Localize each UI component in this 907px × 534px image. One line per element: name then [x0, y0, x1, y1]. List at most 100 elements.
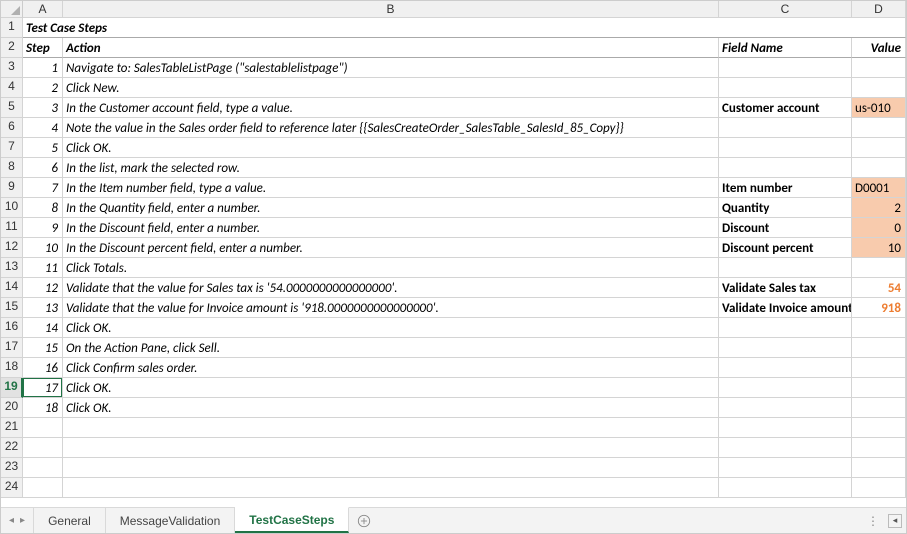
action-cell[interactable]: Click OK. — [63, 318, 719, 338]
col-header-B[interactable]: B — [63, 1, 719, 18]
action-cell[interactable]: Validate that the value for Sales tax is… — [63, 278, 719, 298]
value-cell[interactable] — [852, 78, 906, 98]
col-header-C[interactable]: C — [719, 1, 852, 18]
field-cell[interactable]: Validate Sales tax — [719, 278, 852, 298]
value-cell[interactable] — [852, 338, 906, 358]
header-field[interactable]: Field Name — [719, 38, 852, 58]
field-cell[interactable] — [719, 318, 852, 338]
row-header-23[interactable]: 23 — [1, 458, 23, 478]
step-cell[interactable] — [23, 438, 63, 458]
row-header-19[interactable]: 19 — [1, 378, 23, 398]
step-cell[interactable]: 2 — [23, 78, 63, 98]
field-cell[interactable] — [719, 118, 852, 138]
tabs-nav-first-icon[interactable]: ◂ — [7, 515, 16, 526]
action-cell[interactable]: In the list, mark the selected row. — [63, 158, 719, 178]
step-cell[interactable]: 15 — [23, 338, 63, 358]
step-cell[interactable]: 6 — [23, 158, 63, 178]
step-cell[interactable] — [23, 478, 63, 498]
field-cell[interactable]: Item number — [719, 178, 852, 198]
step-cell[interactable]: 5 — [23, 138, 63, 158]
action-cell[interactable]: Click OK. — [63, 378, 719, 398]
field-cell[interactable] — [719, 158, 852, 178]
value-cell[interactable] — [852, 398, 906, 418]
step-cell[interactable]: 8 — [23, 198, 63, 218]
action-cell[interactable]: On the Action Pane, click Sell. — [63, 338, 719, 358]
row-header-2[interactable]: 2 — [1, 38, 23, 58]
value-cell[interactable]: 10 — [852, 238, 906, 258]
action-cell[interactable]: In the Discount field, enter a number. — [63, 218, 719, 238]
row-header-3[interactable]: 3 — [1, 58, 23, 78]
value-cell[interactable]: 918 — [852, 298, 906, 318]
action-cell[interactable] — [63, 438, 719, 458]
field-cell[interactable] — [719, 338, 852, 358]
spreadsheet-grid[interactable]: ABCD1Test Case Steps2StepActionField Nam… — [1, 1, 906, 498]
value-cell[interactable] — [852, 418, 906, 438]
step-cell[interactable]: 12 — [23, 278, 63, 298]
step-cell[interactable]: 17 — [23, 378, 63, 398]
row-header-13[interactable]: 13 — [1, 258, 23, 278]
add-sheet-button[interactable] — [349, 508, 379, 533]
row-header-21[interactable]: 21 — [1, 418, 23, 438]
value-cell[interactable] — [852, 258, 906, 278]
action-cell[interactable] — [63, 458, 719, 478]
col-header-D[interactable]: D — [852, 1, 906, 18]
step-cell[interactable]: 10 — [23, 238, 63, 258]
step-cell[interactable] — [23, 458, 63, 478]
tabs-options-icon[interactable]: ⋮ — [867, 514, 880, 528]
field-cell[interactable] — [719, 358, 852, 378]
field-cell[interactable] — [719, 78, 852, 98]
action-cell[interactable]: Click New. — [63, 78, 719, 98]
row-header-4[interactable]: 4 — [1, 78, 23, 98]
field-cell[interactable]: Discount percent — [719, 238, 852, 258]
step-cell[interactable]: 9 — [23, 218, 63, 238]
field-cell[interactable] — [719, 258, 852, 278]
sheet-tab-testcasesteps[interactable]: TestCaseSteps — [235, 507, 349, 533]
action-cell[interactable]: Click Confirm sales order. — [63, 358, 719, 378]
row-header-1[interactable]: 1 — [1, 18, 23, 38]
row-header-22[interactable]: 22 — [1, 438, 23, 458]
action-cell[interactable]: Note the value in the Sales order field … — [63, 118, 719, 138]
row-header-15[interactable]: 15 — [1, 298, 23, 318]
action-cell[interactable]: In the Quantity field, enter a number. — [63, 198, 719, 218]
value-cell[interactable] — [852, 118, 906, 138]
select-all-corner[interactable] — [1, 1, 23, 18]
action-cell[interactable]: In the Discount percent field, enter a n… — [63, 238, 719, 258]
row-header-20[interactable]: 20 — [1, 398, 23, 418]
step-cell[interactable] — [23, 418, 63, 438]
tabs-nav-last-icon[interactable]: ▸ — [18, 515, 27, 526]
field-cell[interactable]: Validate Invoice amount — [719, 298, 852, 318]
action-cell[interactable] — [63, 478, 719, 498]
value-cell[interactable] — [852, 458, 906, 478]
row-header-9[interactable]: 9 — [1, 178, 23, 198]
step-cell[interactable]: 14 — [23, 318, 63, 338]
field-cell[interactable] — [719, 478, 852, 498]
field-cell[interactable] — [719, 458, 852, 478]
step-cell[interactable]: 3 — [23, 98, 63, 118]
step-cell[interactable]: 16 — [23, 358, 63, 378]
action-cell[interactable]: Validate that the value for Invoice amou… — [63, 298, 719, 318]
value-cell[interactable] — [852, 358, 906, 378]
value-cell[interactable]: us-010 — [852, 98, 906, 118]
row-header-12[interactable]: 12 — [1, 238, 23, 258]
title-cell[interactable]: Test Case Steps — [23, 18, 906, 38]
header-value[interactable]: Value — [852, 38, 906, 58]
value-cell[interactable] — [852, 478, 906, 498]
field-cell[interactable] — [719, 58, 852, 78]
field-cell[interactable] — [719, 378, 852, 398]
sheet-tab-general[interactable]: General — [34, 508, 106, 533]
value-cell[interactable]: 2 — [852, 198, 906, 218]
field-cell[interactable]: Discount — [719, 218, 852, 238]
row-header-10[interactable]: 10 — [1, 198, 23, 218]
header-step[interactable]: Step — [23, 38, 63, 58]
action-cell[interactable]: Click OK. — [63, 138, 719, 158]
row-header-16[interactable]: 16 — [1, 318, 23, 338]
step-cell[interactable]: 1 — [23, 58, 63, 78]
field-cell[interactable] — [719, 398, 852, 418]
value-cell[interactable] — [852, 158, 906, 178]
step-cell[interactable]: 7 — [23, 178, 63, 198]
action-cell[interactable]: Navigate to: SalesTableListPage ("salest… — [63, 58, 719, 78]
row-header-18[interactable]: 18 — [1, 358, 23, 378]
field-cell[interactable] — [719, 418, 852, 438]
action-cell[interactable]: Click Totals. — [63, 258, 719, 278]
sheet-tab-messagevalidation[interactable]: MessageValidation — [106, 508, 236, 533]
